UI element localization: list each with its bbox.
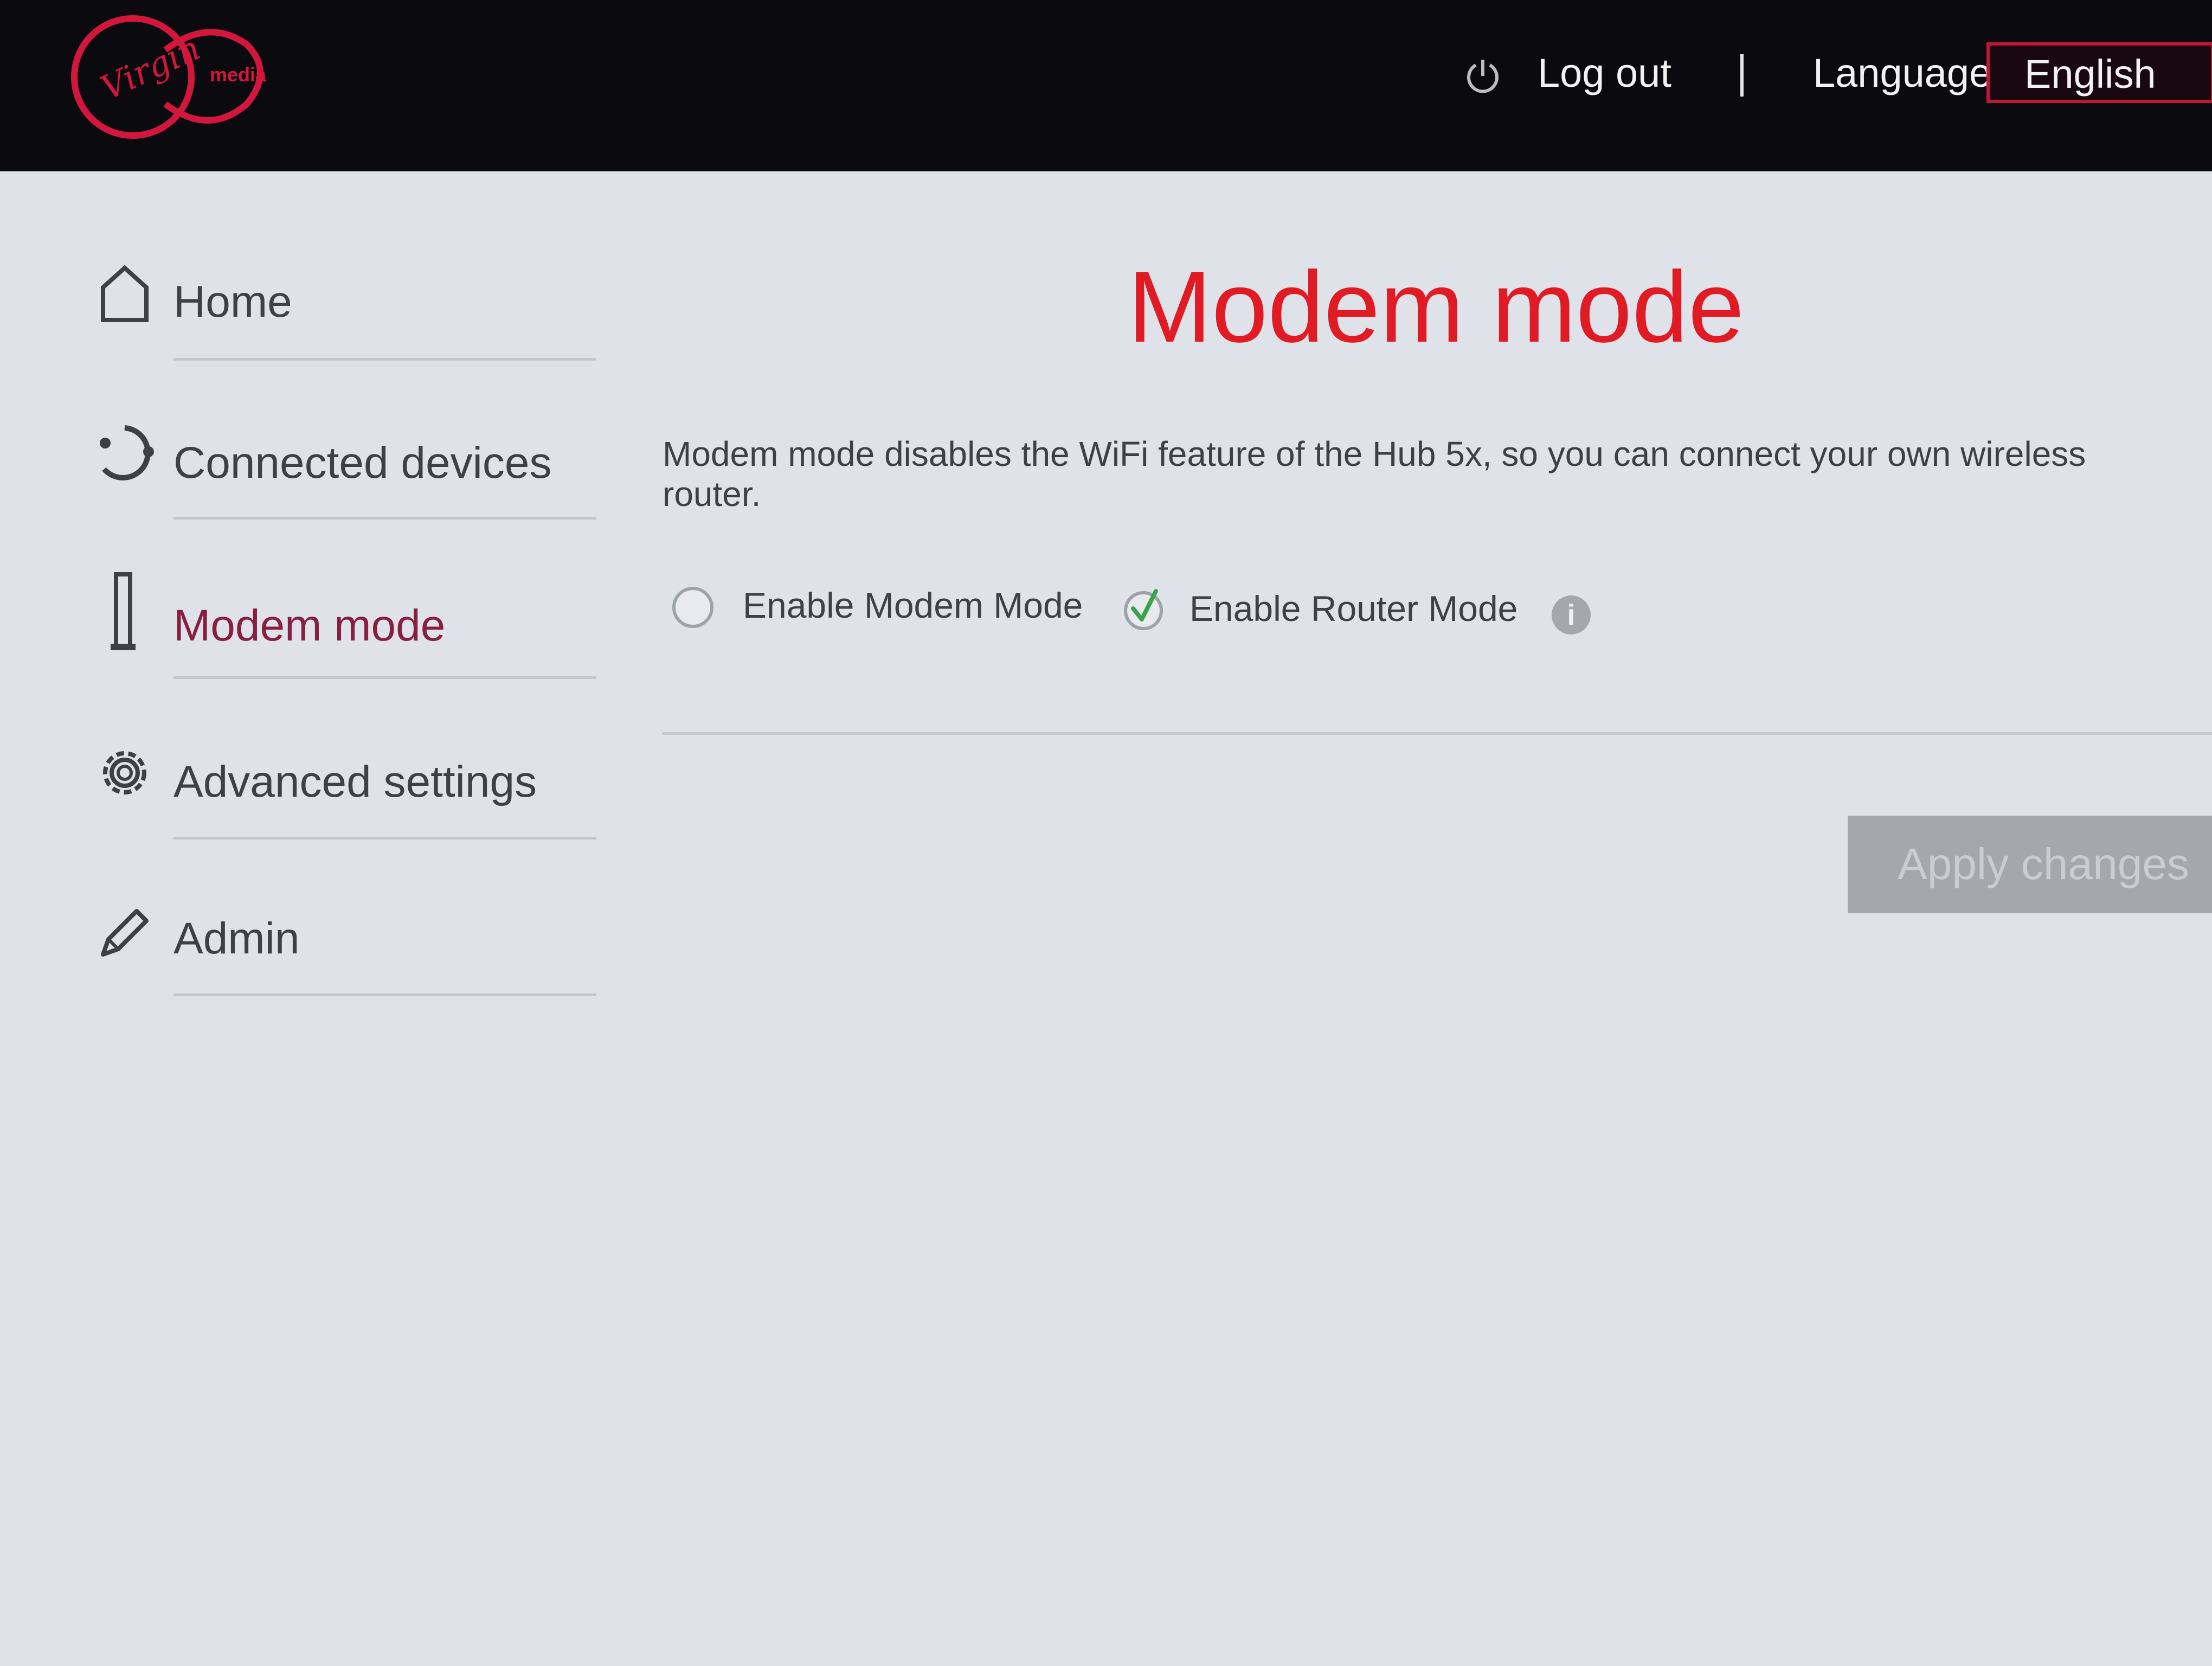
sidebar-item-connected-devices[interactable]: Connected devices xyxy=(81,420,596,583)
logout-link[interactable]: Log out xyxy=(1538,50,1671,96)
section-divider xyxy=(663,732,2212,735)
modem-mode-radio[interactable] xyxy=(672,587,713,628)
modem-mode-label[interactable]: Enable Modem Mode xyxy=(743,585,1083,626)
sidebar-item-label: Advanced settings xyxy=(173,757,537,806)
gear-icon xyxy=(103,751,146,794)
sidebar-item-admin[interactable]: Admin xyxy=(81,900,596,1063)
virgin-media-logo[interactable]: Virgin media xyxy=(68,12,279,142)
pencil-icon xyxy=(101,909,149,957)
sidebar-item-label: Modem mode xyxy=(173,601,446,650)
sidebar-divider xyxy=(173,676,596,679)
header-divider xyxy=(1740,54,1744,97)
sidebar-item-home[interactable]: Home xyxy=(81,260,596,423)
sidebar-item-label: Home xyxy=(173,277,292,326)
language-select[interactable]: English xyxy=(1986,42,2212,103)
sidebar-divider xyxy=(173,517,596,520)
sidebar-divider xyxy=(173,994,596,996)
checkmark-icon[interactable] xyxy=(1121,587,1166,631)
page-title: Modem mode xyxy=(1128,251,1745,363)
mode-description: Modem mode disables the WiFi feature of … xyxy=(663,434,2086,514)
top-bar: Virgin media Log out Language English xyxy=(0,0,2212,171)
sidebar-item-label: Connected devices xyxy=(173,438,552,488)
language-label: Language xyxy=(1813,50,1992,95)
router-mode-label[interactable]: Enable Router Mode xyxy=(1189,588,1517,629)
sidebar-item-label: Admin xyxy=(173,914,300,963)
home-icon xyxy=(101,265,149,322)
sidebar-divider xyxy=(173,837,596,840)
modem-icon xyxy=(111,572,136,650)
sidebar-divider xyxy=(173,358,596,361)
svg-text:media: media xyxy=(210,63,267,86)
apply-changes-button[interactable]: Apply changes xyxy=(1848,816,2212,913)
sidebar-item-advanced-settings[interactable]: Advanced settings xyxy=(81,740,596,903)
connected-devices-icon xyxy=(100,425,154,480)
power-icon[interactable] xyxy=(1464,56,1502,94)
info-icon[interactable]: i xyxy=(1552,595,1591,635)
sidebar-item-modem-mode[interactable]: Modem mode xyxy=(81,572,596,735)
